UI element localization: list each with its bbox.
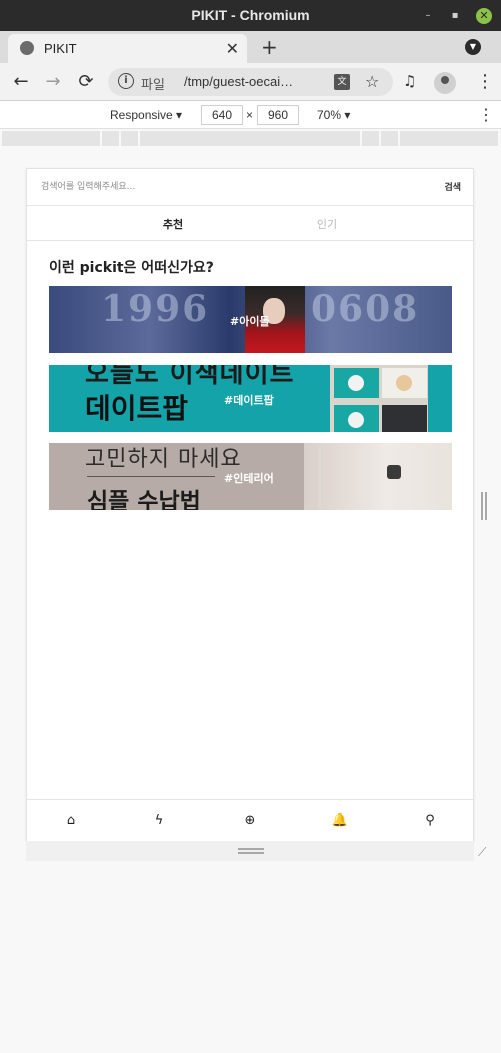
corner-resize-icon[interactable]: ⟋ [478, 845, 486, 860]
profile-avatar-icon[interactable] [434, 72, 456, 94]
media-control-icon[interactable]: ♫ [403, 72, 416, 90]
right-resize-handle[interactable] [480, 492, 488, 520]
banner-image-bag [387, 465, 401, 479]
media-query-ruler[interactable] [0, 129, 501, 149]
banner-image [330, 365, 428, 432]
user-icon[interactable]: ⚲ [420, 811, 440, 831]
ruler-segment[interactable] [140, 131, 360, 146]
banner-image-tile [382, 368, 427, 398]
new-tab-button[interactable]: + [261, 35, 278, 59]
ruler-segment[interactable] [2, 131, 100, 146]
reload-icon[interactable]: ⟳ [74, 70, 98, 94]
ruler-segment[interactable] [121, 131, 138, 146]
maximize-icon[interactable]: ▪ [447, 8, 463, 24]
add-circle-icon[interactable]: ⊕ [240, 811, 260, 831]
banner-tag: #아이돌 [230, 315, 270, 328]
globe-icon [20, 41, 34, 55]
banner-idol[interactable]: 1996 0608 #아이돌 [49, 286, 452, 353]
home-icon[interactable]: ⌂ [61, 811, 81, 831]
banner-image-circle [396, 375, 412, 391]
banner-text-line2: 데이트팝 [85, 392, 189, 425]
ruler-segment[interactable] [400, 131, 498, 146]
address-bar[interactable]: i 파일 /tmp/guest-oecai… 文 ☆ [108, 68, 393, 96]
minimize-icon[interactable]: – [420, 8, 436, 24]
device-viewport: 검색 추천 인기 이런 pickit은 어떠신가요? 1996 0608 #아이… [26, 168, 474, 841]
banner-tag: #데이트팝 [224, 394, 274, 407]
translate-icon[interactable]: 文 [334, 74, 350, 90]
search-button[interactable]: 검색 [444, 180, 461, 193]
banner-divider [87, 476, 215, 477]
device-mode-select[interactable]: Responsive ▾ [110, 108, 182, 122]
bookmark-star-icon[interactable]: ☆ [365, 72, 379, 91]
banner-image-circle [348, 412, 364, 428]
banner-image-tile [334, 405, 379, 432]
info-icon[interactable]: i [118, 73, 134, 89]
banner-tag: #인테리어 [224, 472, 274, 485]
zoom-select[interactable]: 70% ▾ [317, 108, 350, 122]
browser-toolbar: ← → ⟳ i 파일 /tmp/guest-oecai… 文 ☆ ♫ ⋮ [0, 63, 501, 101]
back-arrow-icon[interactable]: ← [9, 70, 33, 94]
ruler-segment[interactable] [102, 131, 119, 146]
lightning-icon[interactable]: ϟ [149, 811, 169, 831]
viewport-width-input[interactable]: 640 [201, 105, 243, 125]
bottom-resize-handle[interactable] [238, 848, 264, 854]
forward-arrow-icon[interactable]: → [41, 70, 65, 94]
content-tabs: 추천 인기 [27, 206, 473, 241]
banner-image-rack [319, 447, 353, 507]
tab-title: PIKIT [44, 41, 77, 56]
banner-interior[interactable]: 고민하지 마세요 심플 수납법 #인테리어 [49, 443, 452, 510]
device-toolbar: Responsive ▾ 640 × 960 70% ▾ ⋮ [0, 101, 501, 129]
banner-image-tile [334, 368, 379, 398]
dimension-separator: × [246, 108, 254, 122]
bell-icon[interactable]: 🔔 [330, 811, 350, 831]
device-more-icon[interactable]: ⋮ [478, 105, 494, 125]
banner-date-pop[interactable]: 오늘도 이색데이트 데이트팝 #데이트팝 [49, 365, 452, 432]
banner-text-line1: 고민하지 마세요 [85, 447, 242, 472]
browser-tab[interactable]: PIKIT ✕ [8, 34, 247, 63]
search-input[interactable] [41, 177, 411, 197]
banner-text-line1: 1996 [101, 288, 210, 330]
banner-image-circle [348, 375, 364, 391]
close-window-icon[interactable]: ✕ [476, 8, 492, 24]
search-bar: 검색 [27, 169, 473, 206]
tab-popular[interactable]: 인기 [227, 216, 427, 232]
bottom-navigation: ⌂ ϟ ⊕ 🔔 ⚲ [27, 799, 473, 841]
browser-menu-icon[interactable]: ⋮ [476, 71, 494, 92]
window-titlebar: PIKIT - Chromium – ▪ ✕ [0, 0, 501, 31]
url-text[interactable]: /tmp/guest-oecai… [184, 74, 293, 89]
ruler-segment[interactable] [362, 131, 379, 146]
viewport-height-input[interactable]: 960 [257, 105, 299, 125]
section-heading: 이런 pickit은 어떠신가요? [49, 260, 214, 276]
tab-strip: PIKIT ✕ [0, 31, 501, 63]
ruler-segment[interactable] [381, 131, 398, 146]
banner-image-tile [382, 405, 427, 432]
close-tab-icon[interactable]: ✕ [226, 39, 239, 58]
banner-text-line2: 심플 수납법 [87, 489, 201, 510]
url-scheme-label: 파일 [141, 78, 165, 93]
tab-search-icon[interactable]: ▼ [465, 39, 481, 55]
banner-text-line2: 0608 [311, 288, 420, 330]
